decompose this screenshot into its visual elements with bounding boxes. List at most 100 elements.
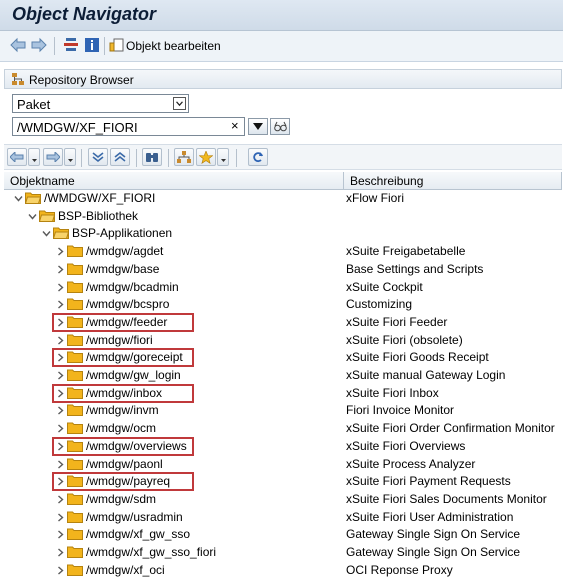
chevron-down-icon[interactable] bbox=[42, 229, 51, 238]
highlight-box bbox=[52, 312, 194, 332]
tree-item-label[interactable]: /wmdgw/gw_login bbox=[86, 368, 181, 382]
triangle-down-icon bbox=[32, 159, 37, 162]
refresh-icon bbox=[253, 152, 263, 163]
collapse-all-button[interactable] bbox=[110, 148, 130, 166]
tree-item-label[interactable]: /WMDGW/XF_FIORI bbox=[44, 191, 155, 205]
chevron-right-icon[interactable] bbox=[56, 513, 65, 522]
tree-row[interactable]: /wmdgw/xf_gw_sso Gateway Single Sign On S… bbox=[4, 526, 562, 544]
other-object-button[interactable] bbox=[174, 148, 194, 166]
column-header-description[interactable]: Beschreibung bbox=[344, 172, 562, 190]
chevron-right-icon[interactable] bbox=[56, 371, 65, 380]
tree-item-label[interactable]: BSP-Applikationen bbox=[72, 226, 172, 240]
tree-item-label[interactable]: /wmdgw/xf_gw_sso_fiori bbox=[86, 545, 216, 559]
tree-item-label[interactable]: /wmdgw/fiori bbox=[86, 333, 153, 347]
tree-row[interactable]: /wmdgw/usradmin xSuite Fiori User Adminis… bbox=[4, 509, 562, 527]
tree-item-label[interactable]: /wmdgw/bcadmin bbox=[86, 280, 179, 294]
chevron-right-icon[interactable] bbox=[56, 530, 65, 539]
tree-item-label[interactable]: /wmdgw/sdm bbox=[86, 492, 156, 506]
edit-object-icon[interactable] bbox=[109, 37, 125, 53]
previous-dropdown-button[interactable] bbox=[28, 148, 40, 166]
tree-row[interactable]: /wmdgw/overviews xSuite Fiori Overviews bbox=[4, 436, 562, 456]
tree-item-label[interactable]: /wmdgw/usradmin bbox=[86, 510, 183, 524]
column-header-name[interactable]: Objektname bbox=[4, 172, 344, 190]
object-type-select[interactable]: Paket bbox=[12, 94, 189, 113]
chevron-right-icon[interactable] bbox=[56, 300, 65, 309]
chevron-down-icon[interactable] bbox=[14, 194, 23, 203]
expand-all-button[interactable] bbox=[88, 148, 108, 166]
back-arrow-icon[interactable] bbox=[10, 37, 26, 53]
display-button[interactable] bbox=[270, 118, 290, 135]
back-arrow-icon bbox=[10, 152, 24, 162]
tree-row[interactable]: /wmdgw/sdm xSuite Fiori Sales Documents M… bbox=[4, 491, 562, 509]
chevron-right-icon[interactable] bbox=[56, 424, 65, 433]
tree-item-label[interactable]: /wmdgw/base bbox=[86, 262, 159, 276]
tree-row[interactable]: /wmdgw/xf_oci OCI Reponse Proxy bbox=[4, 562, 562, 580]
tree-row[interactable]: /wmdgw/gw_login xSuite manual Gateway Log… bbox=[4, 367, 562, 385]
previous-object-button[interactable] bbox=[7, 148, 27, 166]
hierarchy-icon[interactable] bbox=[63, 37, 79, 53]
tree-row[interactable]: BSP-Applikationen bbox=[4, 225, 562, 243]
tree-item-description: xSuite Fiori Sales Documents Monitor bbox=[346, 491, 547, 506]
repository-browser-header[interactable]: Repository Browser bbox=[4, 69, 562, 89]
chevron-right-icon[interactable] bbox=[56, 566, 65, 575]
tree-item-label[interactable]: BSP-Bibliothek bbox=[58, 209, 138, 223]
chevron-down-icon[interactable] bbox=[173, 97, 186, 110]
chevron-right-icon[interactable] bbox=[56, 459, 65, 469]
tree-row[interactable]: /wmdgw/agdet xSuite Freigabetabelle bbox=[4, 243, 562, 261]
tree-row[interactable]: /wmdgw/base Base Settings and Scripts bbox=[4, 261, 562, 279]
forward-arrow-icon[interactable] bbox=[31, 37, 47, 53]
tree-row[interactable]: /wmdgw/goreceipt xSuite Fiori Goods Recei… bbox=[4, 348, 562, 368]
chevron-right-icon[interactable] bbox=[56, 282, 65, 292]
tree-item-description: xSuite Process Analyzer bbox=[346, 456, 476, 471]
application-toolbar: Objekt bearbeiten bbox=[0, 31, 563, 62]
next-object-button[interactable] bbox=[43, 148, 63, 166]
chevron-right-icon[interactable] bbox=[56, 265, 65, 274]
tree-item-description: xSuite Freigabetabelle bbox=[346, 244, 466, 259]
tree-row[interactable]: /WMDGW/XF_FIORI xFlow Fiori bbox=[4, 190, 562, 208]
tree-row[interactable]: /wmdgw/ocm xSuite Fiori Order Confirmatio… bbox=[4, 420, 562, 438]
tree-row[interactable]: /wmdgw/payreq xSuite Fiori Payment Reques… bbox=[4, 472, 562, 492]
triangle-down-icon bbox=[253, 123, 263, 130]
triangle-down-icon bbox=[68, 159, 73, 162]
info-icon[interactable] bbox=[84, 37, 100, 53]
favorites-button[interactable] bbox=[196, 148, 216, 166]
tree-row[interactable]: /wmdgw/bcspro Customizing bbox=[4, 296, 562, 314]
package-input[interactable]: /WMDGW/XF_FIORI bbox=[12, 117, 245, 136]
chevron-right-icon[interactable] bbox=[56, 495, 65, 504]
clear-icon[interactable]: × bbox=[231, 118, 239, 133]
value-help-button[interactable] bbox=[248, 118, 268, 135]
tree-item-label[interactable]: /wmdgw/invm bbox=[86, 403, 159, 417]
folder-icon bbox=[67, 546, 83, 558]
chevron-right-icon[interactable] bbox=[56, 336, 65, 345]
tree-item-label[interactable]: /wmdgw/xf_gw_sso bbox=[86, 527, 190, 541]
tree-item-label[interactable]: /wmdgw/ocm bbox=[86, 421, 156, 435]
tree-item-description: xSuite Fiori Order Confirmation Monitor bbox=[346, 421, 555, 436]
tree-row[interactable]: /wmdgw/invm Fiori Invoice Monitor bbox=[4, 402, 562, 420]
favorites-dropdown-button[interactable] bbox=[217, 148, 229, 166]
tree-item-label[interactable]: /wmdgw/agdet bbox=[86, 244, 163, 258]
tree-row[interactable]: /wmdgw/feeder xSuite Fiori Feeder bbox=[4, 312, 562, 332]
chevron-down-icon[interactable] bbox=[28, 212, 37, 221]
next-dropdown-button[interactable] bbox=[64, 148, 76, 166]
toolbar-separator bbox=[104, 37, 105, 55]
glasses-icon bbox=[274, 121, 287, 132]
tree-row[interactable]: BSP-Bibliothek bbox=[4, 208, 562, 226]
tree-row[interactable]: /wmdgw/inbox xSuite Fiori Inbox bbox=[4, 383, 562, 403]
find-button[interactable] bbox=[142, 148, 162, 166]
tree-row[interactable]: /wmdgw/bcadmin xSuite Cockpit bbox=[4, 279, 562, 297]
tree-item-description: Base Settings and Scripts bbox=[346, 261, 484, 276]
edit-object-button[interactable]: Objekt bearbeiten bbox=[126, 39, 221, 53]
tree-row[interactable]: /wmdgw/fiori xSuite Fiori (obsolete) bbox=[4, 332, 562, 350]
tree-item-label[interactable]: /wmdgw/bcspro bbox=[86, 297, 169, 311]
star-icon bbox=[199, 151, 213, 164]
chevron-right-icon[interactable] bbox=[56, 406, 65, 415]
section-title: Repository Browser bbox=[29, 73, 134, 87]
chevron-right-icon[interactable] bbox=[56, 548, 65, 557]
tree-item-label[interactable]: /wmdgw/paonl bbox=[86, 457, 163, 471]
tree-row[interactable]: /wmdgw/xf_gw_sso_fiori Gateway Single Sig… bbox=[4, 544, 562, 562]
refresh-button[interactable] bbox=[248, 148, 268, 166]
tree-item-label[interactable]: /wmdgw/xf_oci bbox=[86, 563, 165, 577]
tree-item-description: xSuite Fiori Payment Requests bbox=[346, 474, 511, 489]
tree-row[interactable]: /wmdgw/paonl xSuite Process Analyzer bbox=[4, 456, 562, 474]
chevron-right-icon[interactable] bbox=[56, 247, 65, 256]
